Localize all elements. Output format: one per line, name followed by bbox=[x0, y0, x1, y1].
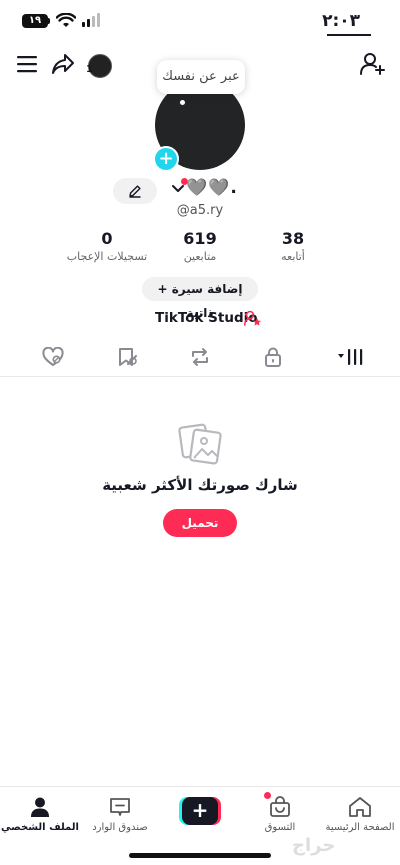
status-bar: ١٩ ٢:٠٣ bbox=[0, 0, 400, 44]
nav-profile[interactable]: الملف الشخصي bbox=[0, 795, 80, 833]
stat-value: 619 bbox=[183, 229, 217, 248]
profile-stats: 38 أتابعه 619 متابعين 0 تسجيلات الإعجاب bbox=[0, 229, 400, 269]
tab-indicator bbox=[327, 34, 371, 36]
tab-videos[interactable] bbox=[338, 346, 364, 368]
tabs-divider bbox=[0, 376, 400, 377]
stat-label: تسجيلات الإعجاب bbox=[66, 250, 148, 263]
lock-icon bbox=[265, 347, 281, 367]
edit-profile-button[interactable] bbox=[113, 178, 157, 204]
stat-label: أتابعه bbox=[281, 250, 305, 263]
pencil-icon bbox=[129, 185, 141, 198]
photo-icon bbox=[178, 423, 222, 465]
grid-icon bbox=[338, 349, 363, 365]
tab-private[interactable] bbox=[260, 346, 286, 368]
empty-state-title: شارك صورتك الأكثر شعبية bbox=[102, 476, 298, 494]
inbox-icon bbox=[110, 798, 130, 816]
shop-icon bbox=[270, 796, 290, 817]
menu-icon bbox=[17, 56, 37, 73]
stat-label: متابعين bbox=[183, 250, 217, 263]
add-friend-button[interactable] bbox=[358, 48, 388, 80]
tab-favorites[interactable] bbox=[114, 346, 140, 368]
signal-icon bbox=[82, 13, 100, 27]
nav-profile-label: الملف الشخصي bbox=[1, 822, 79, 833]
stat-following[interactable]: 38 أتابعه bbox=[248, 229, 338, 263]
repost-icon bbox=[192, 348, 208, 366]
tiktok-studio-link[interactable]: TikTok Studio bbox=[155, 310, 258, 326]
liked-icon bbox=[42, 347, 64, 366]
status-time: ٢:٠٣ bbox=[322, 11, 360, 31]
username: @a5.ry bbox=[176, 203, 224, 218]
nav-inbox-label: صندوق الوارد bbox=[92, 822, 148, 833]
tab-reposts[interactable] bbox=[187, 346, 213, 368]
add-user-icon bbox=[360, 53, 385, 75]
story-count: 1 bbox=[86, 64, 93, 75]
bubble-dot bbox=[180, 100, 185, 105]
share-icon bbox=[52, 54, 74, 74]
stat-value: 38 bbox=[281, 229, 305, 248]
stat-followers[interactable]: 619 متابعين bbox=[155, 229, 245, 263]
share-button[interactable] bbox=[48, 48, 78, 80]
nav-home[interactable]: الصفحة الرئيسية bbox=[320, 795, 400, 833]
studio-icon bbox=[244, 310, 261, 326]
watermark: حراج bbox=[292, 835, 336, 856]
home-indicator bbox=[129, 853, 271, 858]
wifi-icon bbox=[56, 13, 76, 27]
nav-shop[interactable]: التسوق bbox=[240, 795, 320, 833]
favorites-icon bbox=[119, 348, 137, 366]
shop-notification-dot bbox=[264, 792, 271, 799]
add-avatar-button[interactable]: + bbox=[153, 146, 179, 172]
battery-icon: ١٩ bbox=[22, 14, 48, 28]
stat-value: 0 bbox=[101, 229, 113, 248]
plus-icon: + bbox=[182, 797, 218, 825]
add-bio-button[interactable]: + إضافة سيرة ذاتية bbox=[142, 277, 258, 320]
nav-inbox[interactable]: صندوق الوارد bbox=[80, 795, 160, 833]
tab-liked[interactable] bbox=[40, 346, 66, 368]
stat-likes[interactable]: 0 تسجيلات الإعجاب bbox=[62, 229, 152, 263]
menu-button[interactable] bbox=[12, 48, 42, 80]
bio-prompt-bubble[interactable]: عبر عن نفسك bbox=[157, 60, 245, 94]
nav-home-label: الصفحة الرئيسية bbox=[325, 822, 395, 833]
home-icon bbox=[349, 797, 371, 817]
profile-icon bbox=[31, 797, 49, 817]
display-name[interactable]: 🩶🩶. bbox=[186, 178, 238, 198]
upload-button[interactable]: تحميل bbox=[163, 509, 237, 537]
nav-shop-label: التسوق bbox=[264, 822, 296, 833]
battery-tip bbox=[48, 18, 50, 24]
create-button[interactable]: + bbox=[179, 797, 221, 825]
chevron-down-icon[interactable] bbox=[171, 184, 185, 194]
content-tabs bbox=[0, 340, 400, 376]
